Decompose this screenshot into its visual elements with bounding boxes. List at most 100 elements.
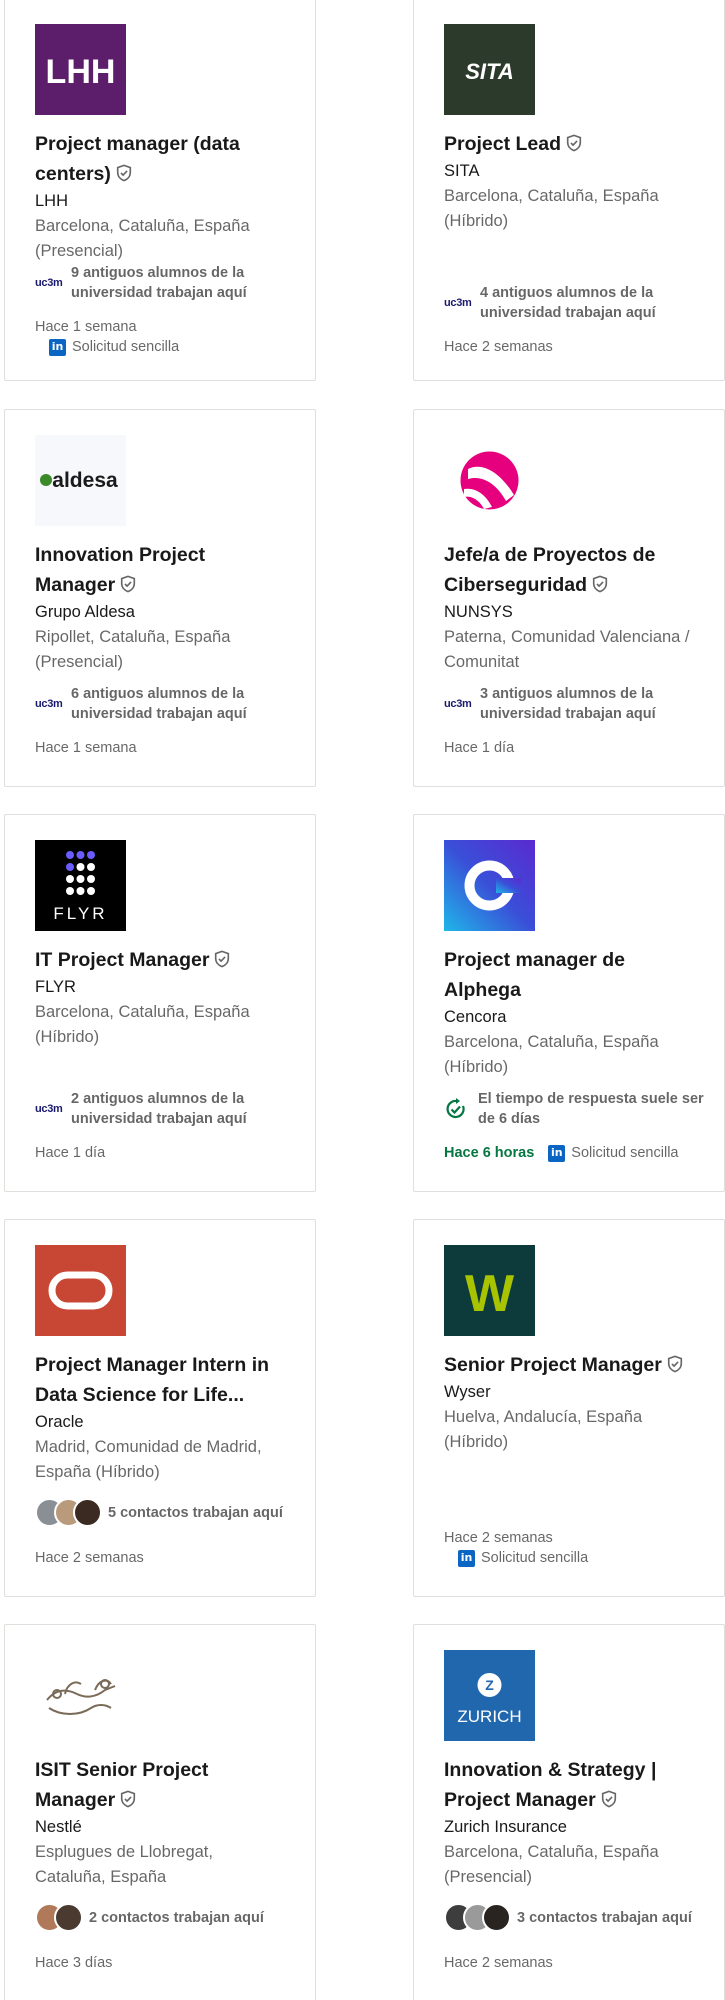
linkedin-icon: in <box>49 338 66 356</box>
job-card[interactable]: Project Manager Intern in Data Science f… <box>4 1219 316 1597</box>
company-logo <box>35 1650 126 1741</box>
job-title[interactable]: Project Manager Intern in Data Science f… <box>35 1350 285 1410</box>
easy-apply: in Solicitud sencilla <box>458 1548 714 1568</box>
linkedin-icon: in <box>548 1144 566 1162</box>
posted-time: Hace 6 horas <box>444 1145 535 1161</box>
job-insight: uc3m 9 antiguos alumnos de la universida… <box>35 265 247 301</box>
job-title[interactable]: ISIT Senior Project Manager <box>35 1755 285 1815</box>
job-title[interactable]: Project Lead <box>444 129 694 159</box>
job-location: Ripollet, Cataluña, España (Presencial) <box>35 628 231 671</box>
job-footer: Hace 3 días <box>35 1953 305 1973</box>
response-time-icon <box>446 1098 465 1119</box>
job-location: Barcelona, Cataluña, España (Presencial) <box>444 1843 659 1886</box>
posted-time: Hace 1 semana <box>35 319 137 335</box>
posted-time: Hace 2 semanas <box>444 339 553 355</box>
job-title[interactable]: Project manager de Alphega <box>444 945 694 1005</box>
university-logo: uc3m <box>444 698 472 710</box>
job-insight: uc3m 3 antiguos alumnos de la universida… <box>444 686 656 722</box>
job-card[interactable]: Jefe/a de Proyectos de Ciberseguridad NU… <box>413 409 725 787</box>
company-name: Nestlé <box>35 1818 82 1836</box>
job-title[interactable]: Jefe/a de Proyectos de Ciberseguridad <box>444 540 694 600</box>
company-logo <box>444 435 535 526</box>
job-insight: El tiempo de respuesta suele ser de 6 dí… <box>444 1089 704 1129</box>
svg-text:SITA: SITA <box>465 59 513 84</box>
contact-avatars <box>35 1903 83 1932</box>
university-logo: uc3m <box>444 297 472 309</box>
verified-icon <box>592 575 608 593</box>
verified-icon <box>116 164 131 182</box>
contact-avatars <box>35 1498 102 1527</box>
job-insight: 5 contactos trabajan aquí <box>35 1498 295 1527</box>
svg-text:W: W <box>465 1265 515 1323</box>
university-logo: uc3m <box>35 698 63 710</box>
job-title[interactable]: Project manager (data centers) <box>35 129 285 189</box>
company-name: Wyser <box>444 1383 491 1401</box>
company-name: Oracle <box>35 1413 84 1431</box>
company-logo: Z ZURICH <box>444 1650 535 1741</box>
contact-avatars <box>444 1903 511 1932</box>
company-logo: SITA <box>444 24 535 115</box>
verified-icon <box>121 1790 136 1808</box>
verified-icon <box>566 134 582 152</box>
job-footer: Hace 6 horas in Solicitud sencilla <box>444 1143 714 1163</box>
job-title[interactable]: Innovation & Strategy | Project Manager <box>444 1755 694 1815</box>
job-card[interactable]: W Senior Project Manager Wyser Huelva, A… <box>413 1219 725 1597</box>
company-logo: FLYR <box>35 840 126 931</box>
job-insight: 2 contactos trabajan aquí <box>35 1903 295 1932</box>
linkedin-icon: in <box>458 1549 475 1567</box>
job-footer: Hace 2 semanas <box>444 1953 714 1973</box>
university-logo: uc3m <box>35 277 63 289</box>
verified-icon <box>215 950 230 968</box>
svg-text:aldesa: aldesa <box>52 469 118 492</box>
job-title[interactable]: IT Project Manager <box>35 945 285 975</box>
job-footer: Hace 1 día <box>444 738 714 758</box>
verified-icon <box>601 1790 616 1808</box>
job-location: Madrid, Comunidad de Madrid, España (Híb… <box>35 1438 262 1481</box>
job-footer: Hace 1 semana in Solicitud sencilla <box>35 317 305 357</box>
job-location: Barcelona, Cataluña, España (Híbrido) <box>444 1033 659 1076</box>
job-insight: uc3m 4 antiguos alumnos de la universida… <box>444 285 656 321</box>
job-footer: Hace 2 semanas <box>444 337 714 357</box>
company-name: SITA <box>444 162 480 180</box>
job-title[interactable]: Innovation Project Manager <box>35 540 285 600</box>
job-card[interactable]: Project manager de Alphega Cencora Barce… <box>413 814 725 1192</box>
company-name: LHH <box>35 192 69 210</box>
job-footer: Hace 1 día <box>35 1143 305 1163</box>
job-location: Huelva, Andalucía, España (Híbrido) <box>444 1408 643 1451</box>
job-location: Esplugues de Llobregat, Cataluña, España <box>35 1843 213 1886</box>
company-name: Grupo Aldesa <box>35 603 135 621</box>
job-card[interactable]: FLYR IT Project Manager FLYR Barcelona, … <box>4 814 316 1192</box>
posted-time: Hace 2 semanas <box>444 1955 553 1971</box>
job-footer: Hace 1 semana <box>35 738 305 758</box>
job-card[interactable]: ISIT Senior Project Manager Nestlé Esplu… <box>4 1624 316 2000</box>
job-insight: uc3m 6 antiguos alumnos de la universida… <box>35 686 247 722</box>
svg-text:Z: Z <box>485 1677 494 1693</box>
posted-time: Hace 1 semana <box>35 740 137 756</box>
company-name: Zurich Insurance <box>444 1818 567 1836</box>
avatar <box>73 1498 102 1527</box>
job-card[interactable]: SITA Project Lead SITA Barcelona, Catalu… <box>413 0 725 381</box>
svg-text:ZURICH: ZURICH <box>457 1707 521 1726</box>
posted-time: Hace 2 semanas <box>35 1550 144 1566</box>
avatar <box>482 1903 511 1932</box>
company-logo: W <box>444 1245 535 1336</box>
university-logo: uc3m <box>35 1103 63 1115</box>
company-name: FLYR <box>35 978 76 996</box>
job-insight: uc3m 2 antiguos alumnos de la universida… <box>35 1091 247 1127</box>
job-location: Barcelona, Cataluña, España (Híbrido) <box>444 187 659 230</box>
job-card[interactable]: aldesa Innovation Project Manager Grupo … <box>4 409 316 787</box>
job-location: Paterna, Comunidad Valenciana / Comunita… <box>444 628 690 671</box>
verified-icon <box>121 575 136 593</box>
posted-time: Hace 3 días <box>35 1955 113 1971</box>
svg-text:FLYR: FLYR <box>53 904 107 923</box>
job-card[interactable]: Z ZURICH Innovation & Strategy | Project… <box>413 1624 725 2000</box>
verified-icon <box>667 1355 682 1373</box>
posted-time: Hace 2 semanas <box>444 1530 553 1546</box>
posted-time: Hace 1 día <box>35 1145 106 1161</box>
company-name: NUNSYS <box>444 603 513 621</box>
easy-apply: in Solicitud sencilla <box>548 1143 678 1163</box>
job-location: Barcelona, Cataluña, España (Híbrido) <box>35 1003 250 1046</box>
job-title[interactable]: Senior Project Manager <box>444 1350 694 1380</box>
job-card[interactable]: LHH Project manager (data centers) LHH B… <box>4 0 316 381</box>
company-logo <box>35 1245 126 1336</box>
